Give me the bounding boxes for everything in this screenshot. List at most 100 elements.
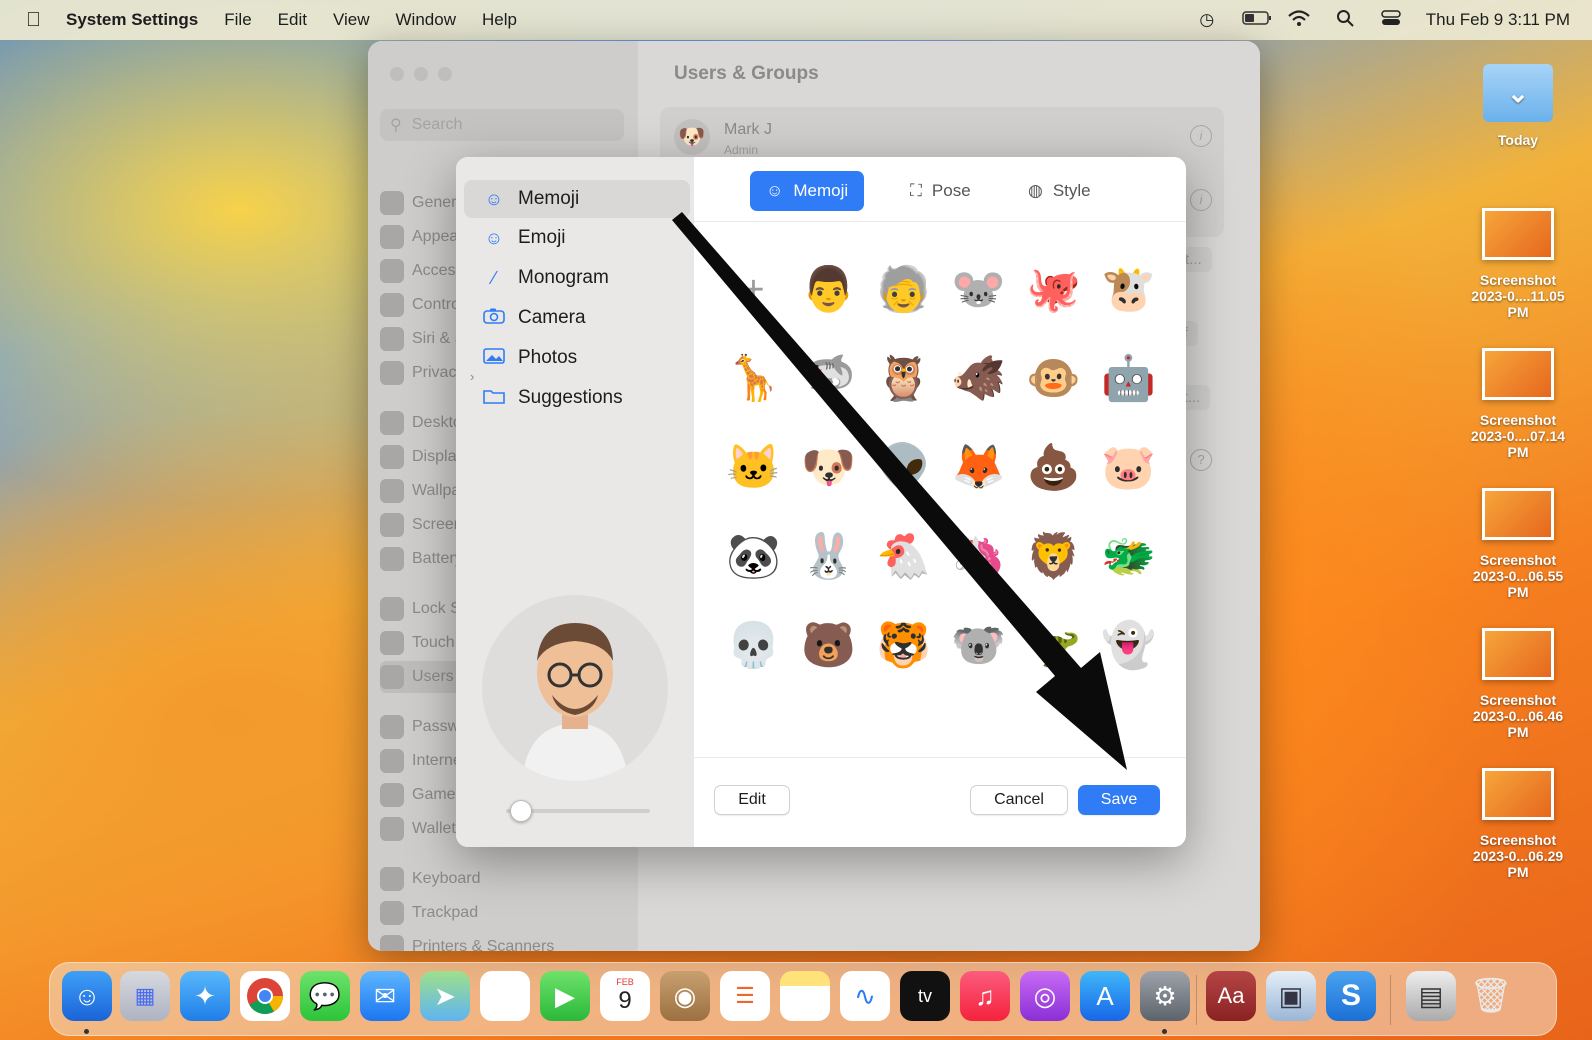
- freeform-icon[interactable]: ∿: [840, 971, 890, 1021]
- memoji-option[interactable]: 🐼: [716, 512, 791, 601]
- source-item-photos[interactable]: Photos: [464, 339, 690, 377]
- menu-app-name[interactable]: System Settings: [66, 10, 198, 30]
- sidebar-item-keyboard[interactable]: Keyboard: [380, 863, 630, 895]
- maps-icon[interactable]: ➤: [420, 971, 470, 1021]
- memoji-option[interactable]: 🐱: [716, 423, 791, 512]
- memoji-option[interactable]: 🐻: [791, 601, 866, 690]
- desktop-screenshot-file[interactable]: Screenshot 2023-0...06.55 PM: [1464, 488, 1572, 600]
- memoji-option[interactable]: 🦈: [791, 334, 866, 423]
- tab-pose[interactable]: ⛶ Pose: [894, 171, 987, 211]
- source-item-suggestions[interactable]: Suggestions: [464, 379, 690, 417]
- memoji-option[interactable]: 👽: [866, 423, 941, 512]
- chrome-icon[interactable]: [240, 971, 290, 1021]
- photos-app-icon[interactable]: ✿: [480, 971, 530, 1021]
- menu-edit[interactable]: Edit: [278, 10, 307, 30]
- messages-icon[interactable]: 💬: [300, 971, 350, 1021]
- source-item-memoji[interactable]: ☺ Memoji: [464, 180, 690, 218]
- preview-icon[interactable]: ▣: [1266, 971, 1316, 1021]
- source-item-emoji[interactable]: ☺ Emoji: [464, 219, 690, 257]
- user-avatar[interactable]: 🐶: [674, 119, 710, 155]
- memoji-option[interactable]: 💩: [1016, 423, 1091, 512]
- avatar-preview[interactable]: [482, 595, 668, 781]
- memoji-option[interactable]: 🐲: [1091, 512, 1166, 601]
- menu-file[interactable]: File: [224, 10, 251, 30]
- memoji-option[interactable]: 🦉: [866, 334, 941, 423]
- control-center-icon[interactable]: [1380, 9, 1402, 31]
- zoom-slider[interactable]: [506, 800, 650, 822]
- menu-window[interactable]: Window: [396, 10, 456, 30]
- settings-search-field[interactable]: ⚲ Search: [380, 109, 624, 141]
- finder-icon[interactable]: ☺: [62, 971, 112, 1021]
- memoji-option[interactable]: 🦊: [941, 423, 1016, 512]
- memoji-option[interactable]: 🦖: [1016, 601, 1091, 690]
- memoji-option[interactable]: 🤖: [1091, 334, 1166, 423]
- memoji-option[interactable]: 🦒: [716, 334, 791, 423]
- memoji-option[interactable]: 🧓: [866, 245, 941, 334]
- memoji-option[interactable]: 🐙: [1016, 245, 1091, 334]
- close-window-button[interactable]: [390, 67, 404, 81]
- memoji-option[interactable]: 💀: [716, 601, 791, 690]
- wifi-icon[interactable]: [1287, 9, 1310, 31]
- music-icon[interactable]: ♫: [960, 971, 1010, 1021]
- desktop-screenshot-file[interactable]: Screenshot 2023-0...06.29 PM: [1464, 768, 1572, 880]
- memoji-option[interactable]: 🐶: [791, 423, 866, 512]
- memoji-option[interactable]: 🐵: [1016, 334, 1091, 423]
- sidebar-item-printers[interactable]: Printers & Scanners: [380, 931, 630, 951]
- mail-icon[interactable]: ✉: [360, 971, 410, 1021]
- calendar-icon[interactable]: FEB 9: [600, 971, 650, 1021]
- apple-tv-icon[interactable]: tv: [900, 971, 950, 1021]
- contacts-icon[interactable]: ◉: [660, 971, 710, 1021]
- edit-button[interactable]: Edit: [714, 785, 790, 815]
- add-memoji-button[interactable]: +: [716, 245, 791, 334]
- tab-style[interactable]: ◍ Style: [1012, 171, 1107, 211]
- memoji-option[interactable]: 🐰: [791, 512, 866, 601]
- zoom-window-button[interactable]: [438, 67, 452, 81]
- info-icon[interactable]: i: [1190, 125, 1212, 147]
- memoji-option[interactable]: 🐔: [866, 512, 941, 601]
- system-settings-icon[interactable]: ⚙: [1140, 971, 1190, 1021]
- safari-icon[interactable]: ✦: [180, 971, 230, 1021]
- battery-icon[interactable]: [1241, 10, 1271, 30]
- save-button[interactable]: Save: [1078, 785, 1160, 815]
- menu-view[interactable]: View: [333, 10, 370, 30]
- time-machine-icon[interactable]: ◷: [1196, 10, 1218, 30]
- memoji-option[interactable]: 🐷: [1091, 423, 1166, 512]
- cancel-button[interactable]: Cancel: [970, 785, 1068, 815]
- source-item-camera[interactable]: Camera: [464, 299, 690, 337]
- reminders-icon[interactable]: ☰: [720, 971, 770, 1021]
- desktop-screenshot-file[interactable]: Screenshot 2023-0....11.05 PM: [1464, 208, 1572, 320]
- facetime-icon[interactable]: ▶: [540, 971, 590, 1021]
- memoji-option[interactable]: 🐯: [866, 601, 941, 690]
- memoji-option[interactable]: 🐗: [941, 334, 1016, 423]
- menu-help[interactable]: Help: [482, 10, 517, 30]
- desktop-screenshot-file[interactable]: Screenshot 2023-0...06.46 PM: [1464, 628, 1572, 740]
- zoom-slider-knob[interactable]: [510, 800, 533, 822]
- memoji-option[interactable]: 🦄: [941, 512, 1016, 601]
- spotlight-search-icon[interactable]: [1334, 9, 1356, 32]
- launchpad-icon[interactable]: ▦: [120, 971, 170, 1021]
- menu-clock[interactable]: Thu Feb 9 3:11 PM: [1426, 10, 1570, 30]
- memoji-option[interactable]: 👻: [1091, 601, 1166, 690]
- notes-icon[interactable]: [780, 971, 830, 1021]
- trash-icon[interactable]: 🗑: [1466, 971, 1516, 1021]
- memoji-option[interactable]: 👨: [791, 245, 866, 334]
- info-icon[interactable]: i: [1190, 189, 1212, 211]
- gear-icon: [380, 191, 404, 215]
- desktop-screenshot-file[interactable]: Screenshot 2023-0....07.14 PM: [1464, 348, 1572, 460]
- source-item-monogram[interactable]: ⁄ Monogram: [464, 259, 690, 297]
- desktop-folder-today[interactable]: ⌄ Today: [1464, 64, 1572, 148]
- sidebar-item-trackpad[interactable]: Trackpad: [380, 897, 630, 929]
- apple-icon[interactable]: : [26, 9, 44, 32]
- podcasts-icon[interactable]: ◎: [1020, 971, 1070, 1021]
- tab-memoji[interactable]: ☺ Memoji: [750, 171, 865, 211]
- memoji-option[interactable]: 🐨: [941, 601, 1016, 690]
- app-store-icon[interactable]: A: [1080, 971, 1130, 1021]
- memoji-option[interactable]: 🐭: [941, 245, 1016, 334]
- memoji-option[interactable]: 🦁: [1016, 512, 1091, 601]
- recent-window-icon[interactable]: ▤: [1406, 971, 1456, 1021]
- dictionary-icon[interactable]: Aa: [1206, 971, 1256, 1021]
- memoji-option[interactable]: 🐮: [1091, 245, 1166, 334]
- minimize-window-button[interactable]: [414, 67, 428, 81]
- help-icon[interactable]: ?: [1190, 449, 1212, 471]
- snagit-icon[interactable]: S: [1326, 971, 1376, 1021]
